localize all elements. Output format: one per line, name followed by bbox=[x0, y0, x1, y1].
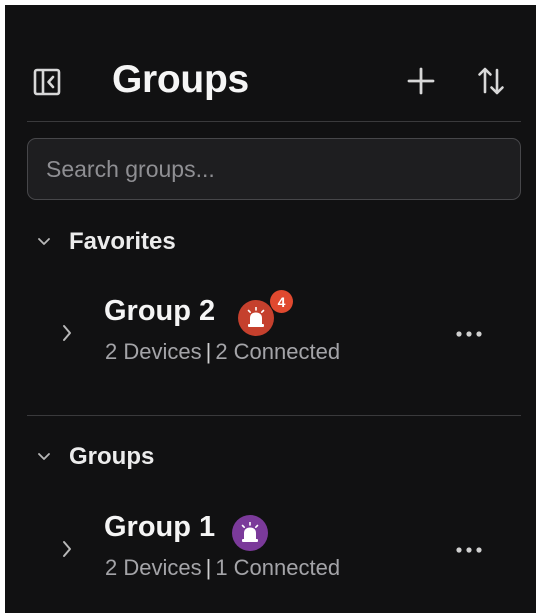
more-horizontal-icon bbox=[456, 547, 482, 553]
search-input[interactable] bbox=[27, 138, 521, 200]
groups-header: Groups bbox=[5, 52, 536, 108]
more-options-button[interactable] bbox=[449, 535, 489, 565]
add-group-button[interactable] bbox=[404, 64, 438, 98]
sidebar-collapse-icon bbox=[33, 68, 61, 96]
connected-count: 1 Connected bbox=[215, 555, 341, 580]
chevron-right-icon bbox=[58, 322, 76, 344]
group-name: Group 2 bbox=[104, 295, 216, 327]
alarm-count-badge: 4 bbox=[270, 290, 293, 313]
group-row-group-1[interactable]: Group 1 2 Devices | 1 Connected bbox=[5, 507, 536, 597]
section-divider bbox=[27, 415, 521, 416]
more-horizontal-icon bbox=[456, 331, 482, 337]
more-options-button[interactable] bbox=[449, 319, 489, 349]
section-header-favorites[interactable]: Favorites bbox=[37, 224, 176, 260]
device-count: 2 Devices bbox=[105, 339, 202, 364]
device-count: 2 Devices bbox=[105, 555, 202, 580]
group-row-group-2[interactable]: Group 2 4 2 Devices | 2 Connected bbox=[5, 290, 536, 381]
siren-icon bbox=[241, 522, 259, 542]
section-label: Groups bbox=[69, 443, 155, 470]
sort-arrows-icon bbox=[478, 67, 504, 95]
groups-panel: Groups Favorites bbox=[5, 5, 536, 613]
sidebar-collapse-button[interactable] bbox=[31, 66, 63, 98]
page-title: Groups bbox=[112, 58, 249, 101]
section-header-groups[interactable]: Groups bbox=[37, 439, 154, 475]
siren-icon bbox=[247, 307, 265, 327]
connected-count: 2 Connected bbox=[215, 339, 341, 364]
header-divider bbox=[27, 121, 521, 122]
section-label: Favorites bbox=[69, 228, 176, 255]
chevron-down-icon bbox=[37, 235, 51, 249]
summary-separator: | bbox=[205, 555, 212, 580]
alarm-status-badge bbox=[238, 300, 274, 336]
group-device-summary: 2 Devices | 1 Connected bbox=[105, 555, 340, 581]
summary-separator: | bbox=[205, 339, 212, 364]
chevron-down-icon bbox=[37, 450, 51, 464]
plus-icon bbox=[407, 67, 435, 95]
group-device-summary: 2 Devices | 2 Connected bbox=[105, 339, 340, 365]
group-name: Group 1 bbox=[104, 511, 216, 543]
sort-button[interactable] bbox=[474, 64, 508, 98]
alarm-status-badge bbox=[232, 515, 268, 551]
chevron-right-icon bbox=[58, 538, 76, 560]
